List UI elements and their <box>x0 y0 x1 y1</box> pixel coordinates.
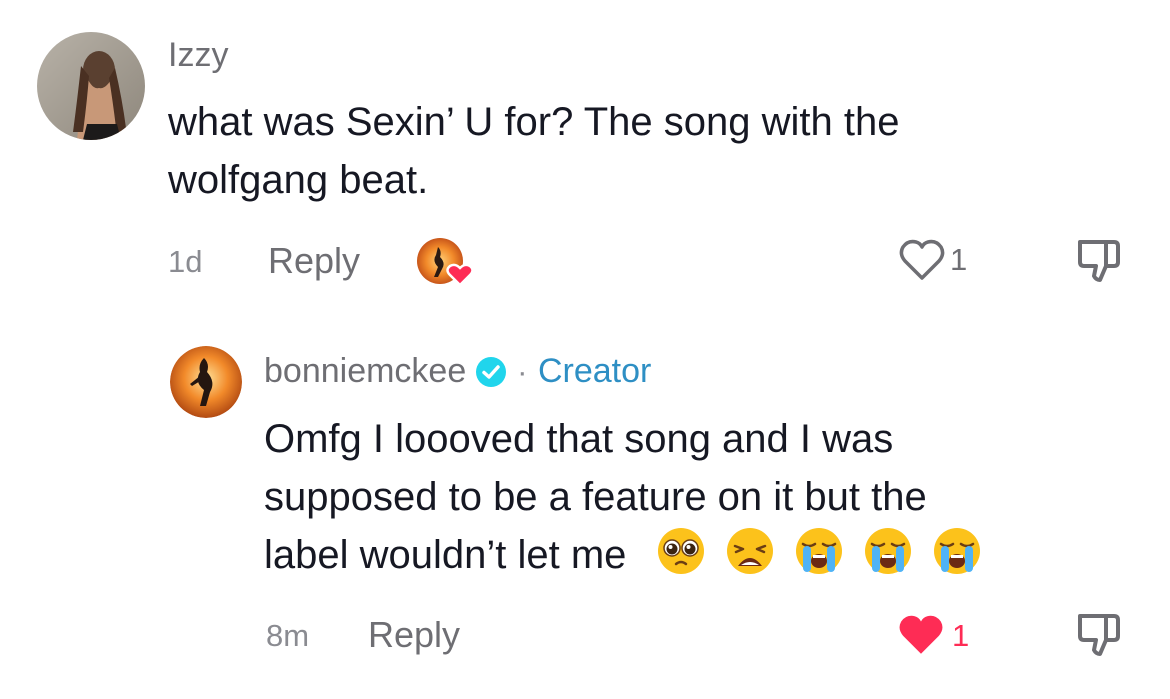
heart-filled-icon <box>899 615 943 654</box>
reply-text-line-last: label wouldn’t let me <box>264 526 1144 584</box>
header-separator: · <box>517 353 528 389</box>
avatar-bonniemckee[interactable] <box>170 346 242 418</box>
creator-badge: Creator <box>537 352 652 390</box>
reply-button[interactable]: Reply <box>268 240 360 282</box>
reply-username[interactable]: bonniemckee <box>264 352 466 390</box>
dislike-button[interactable] <box>1074 236 1124 286</box>
creator-liked-badge <box>416 237 476 289</box>
reply-like-count: 1 <box>952 618 970 653</box>
loudly-crying-face-icon <box>864 528 911 574</box>
like-count: 1 <box>950 242 968 277</box>
reply-text-line: Omfg I loooved that song and I was <box>264 417 894 461</box>
weary-face-icon <box>726 528 773 574</box>
thumbs-down-icon <box>1078 614 1120 656</box>
pleading-face-icon <box>657 528 704 574</box>
comment-text-line: wolfgang beat. <box>168 158 429 202</box>
avatar-izzy[interactable] <box>37 32 145 140</box>
comment-timestamp: 1d <box>168 244 203 279</box>
comment-text-line: what was Sexin’ U for? The song with the <box>168 100 900 144</box>
reply-header: bonniemckee · Creator <box>264 352 651 394</box>
reply-text: Omfg I loooved that song and I was suppo… <box>264 410 1144 584</box>
loudly-crying-face-icon <box>934 528 981 574</box>
creator-avatar-heart-icon <box>417 238 474 287</box>
verified-badge-icon <box>475 356 506 387</box>
reply-timestamp: 8m <box>266 618 310 653</box>
heart-outline-icon <box>899 239 945 280</box>
comment-text: what was Sexin’ U for? The song with the… <box>168 93 1128 209</box>
reply-dislike-button[interactable] <box>1074 610 1124 660</box>
loudly-crying-face-icon <box>795 528 842 574</box>
reply-text-line: label wouldn’t let me <box>264 533 627 577</box>
reply-text-line: supposed to be a feature on it but the <box>264 475 927 519</box>
like-button[interactable]: 1 <box>898 236 978 282</box>
thumbs-down-icon <box>1078 240 1120 282</box>
reply-button[interactable]: Reply <box>368 614 460 656</box>
comment-username[interactable]: Izzy <box>168 36 228 75</box>
reply-like-button[interactable]: 1 <box>896 610 980 658</box>
